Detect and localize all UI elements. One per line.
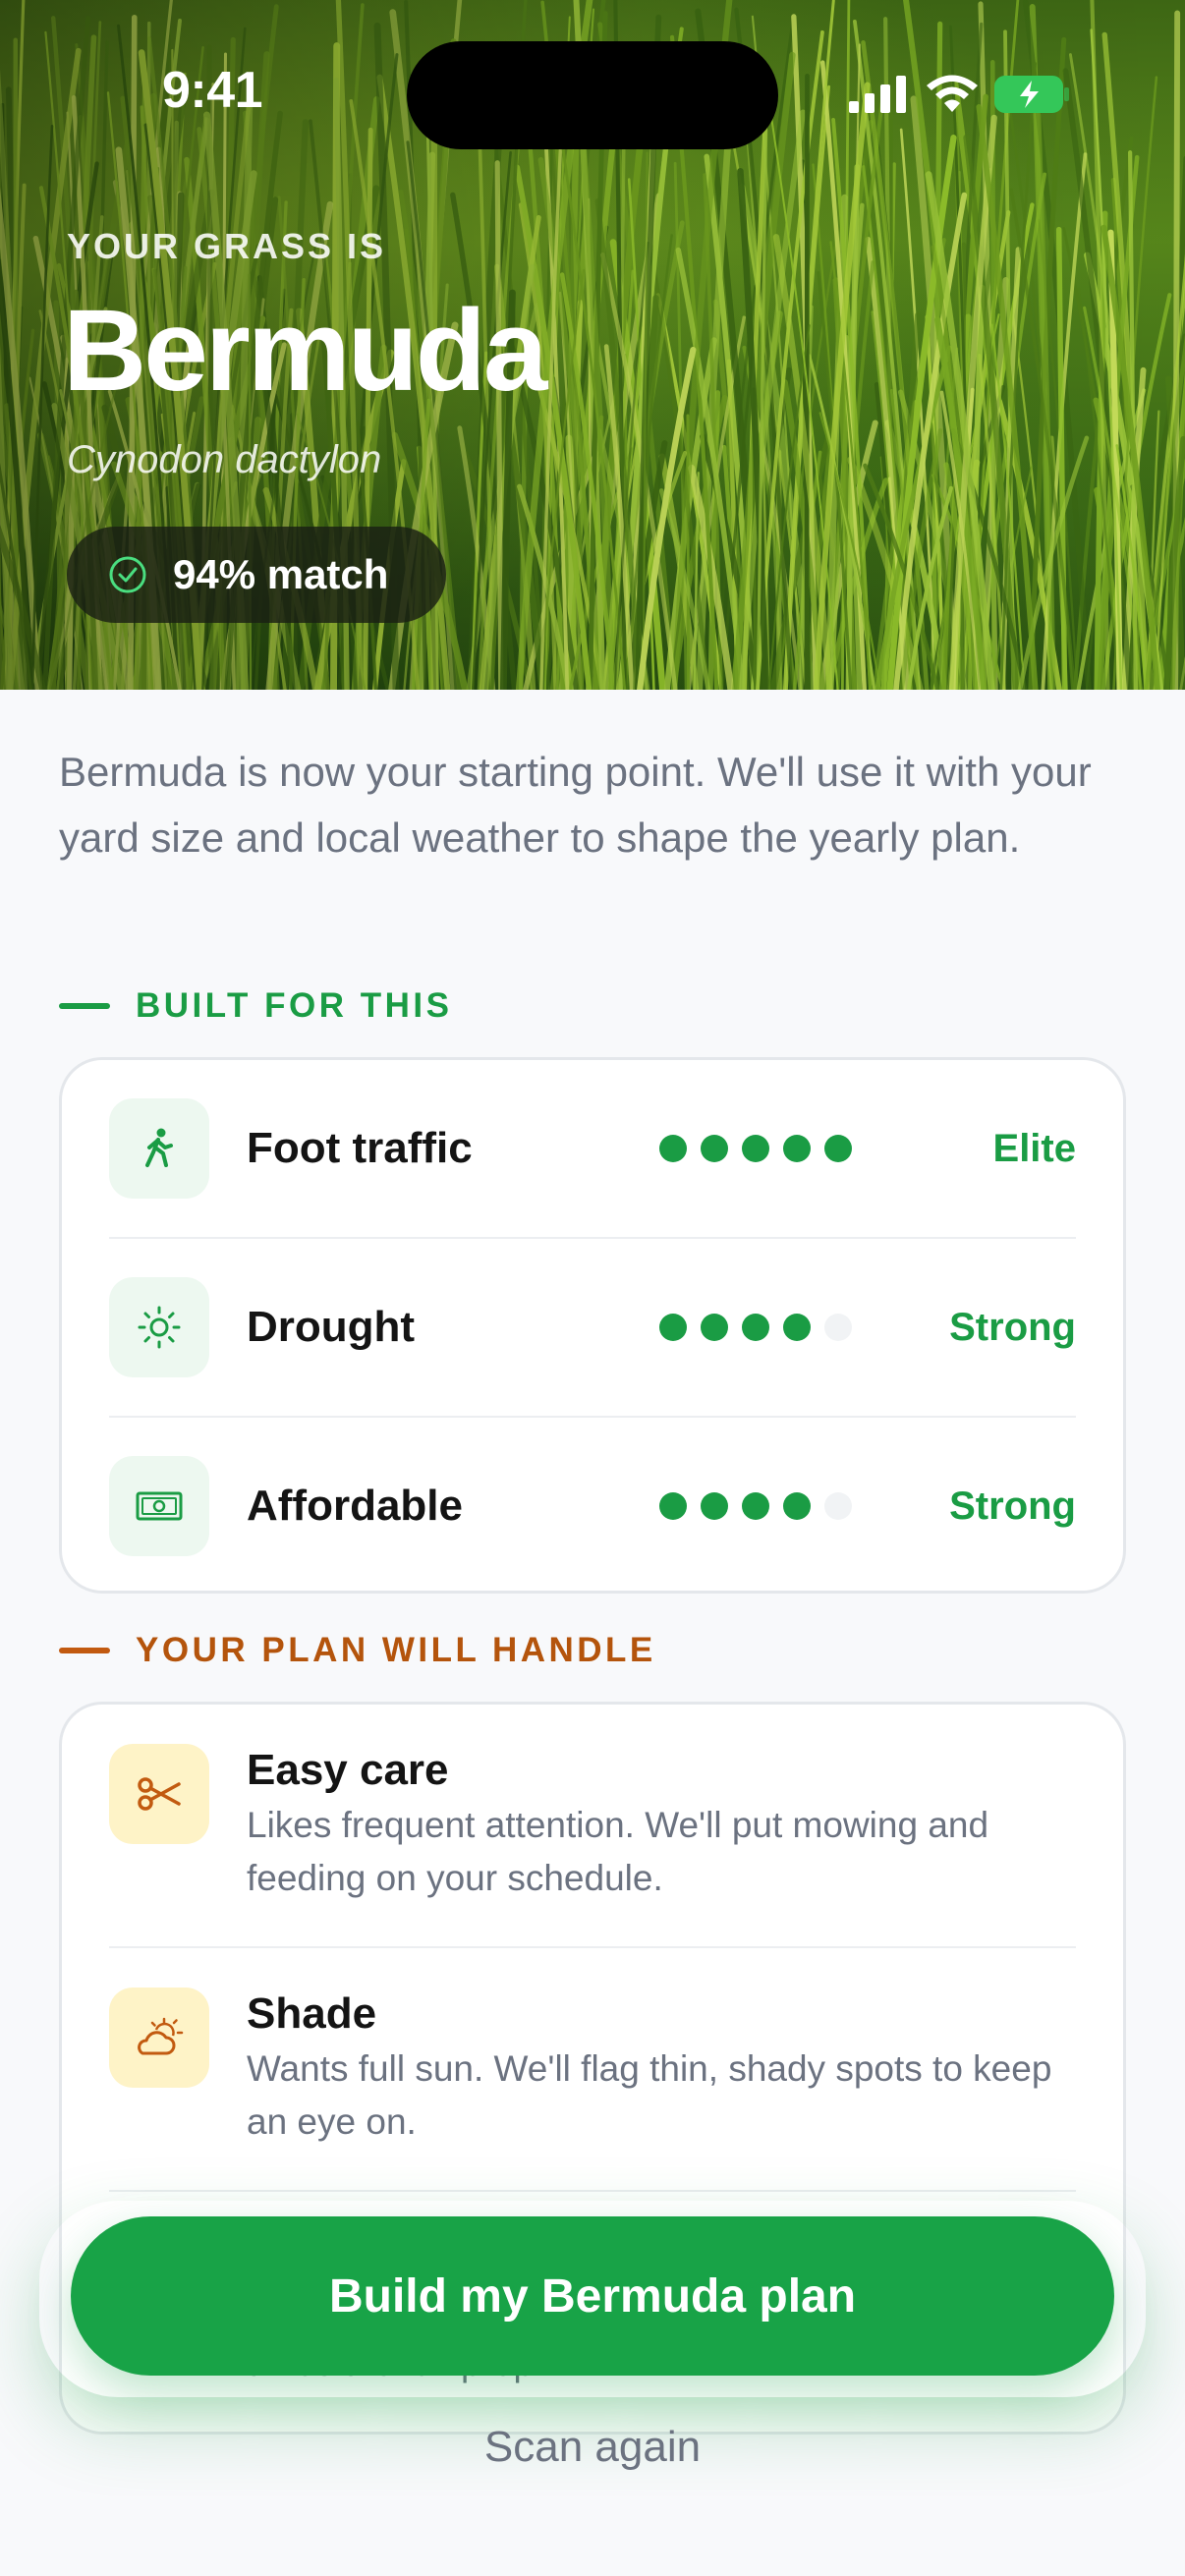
build-plan-button[interactable]: Build my Bermuda plan [71, 2216, 1114, 2376]
handle-description: Likes frequent attention. We'll put mowi… [247, 1805, 989, 1898]
rating-dot-filled [783, 1135, 811, 1162]
handle-description: Wants full sun. We'll flag thin, shady s… [247, 2048, 1052, 2142]
rating-dot-filled [659, 1314, 687, 1341]
trait-rating: Elite [992, 1126, 1076, 1170]
match-label: 94% match [173, 551, 389, 597]
trait-rating-dots [659, 1135, 852, 1162]
rating-dot-filled [742, 1492, 769, 1520]
plan-handles-label: YOUR PLAN WILL HANDLE [136, 1631, 656, 1669]
rating-dot-filled [783, 1314, 811, 1341]
traits-card: Foot traffic Elite Drought Strong Afford… [59, 1057, 1126, 1594]
handle-title: Shade [247, 1989, 377, 2038]
money-icon [109, 1456, 209, 1556]
match-badge: 94% match [67, 527, 446, 623]
divider [109, 1946, 1076, 1948]
rating-dot-empty [824, 1314, 852, 1341]
rating-dot-filled [701, 1135, 728, 1162]
status-icons [849, 75, 1071, 114]
accent-bar [59, 1648, 110, 1653]
trait-rating: Strong [949, 1484, 1076, 1528]
hero-eyebrow: YOUR GRASS IS [67, 226, 387, 266]
rating-dot-filled [783, 1492, 811, 1520]
battery-icon [994, 76, 1069, 113]
built-for-heading: BUILT FOR THIS [59, 986, 453, 1026]
handle-item: Easy care Likes frequent attention. We'l… [109, 1744, 1076, 1905]
wifi-icon [927, 75, 978, 112]
rating-dot-filled [824, 1135, 852, 1162]
rating-dot-filled [701, 1314, 728, 1341]
trait-name: Foot traffic [247, 1124, 473, 1172]
scan-again-link[interactable]: Scan again [0, 2423, 1185, 2472]
handle-item: Shade Wants full sun. We'll flag thin, s… [109, 1988, 1076, 2149]
trait-row: Drought Strong [109, 1239, 1076, 1416]
trait-rating-dots [659, 1314, 852, 1341]
status-time: 9:41 [162, 62, 263, 119]
rating-dot-filled [659, 1135, 687, 1162]
accent-bar [59, 1003, 110, 1009]
trait-row: Affordable Strong [109, 1418, 1076, 1595]
trait-rating-dots [659, 1492, 852, 1520]
trait-row: Foot traffic Elite [109, 1060, 1076, 1237]
trait-rating: Strong [949, 1305, 1076, 1349]
trait-name: Affordable [247, 1482, 463, 1530]
divider [109, 2190, 1076, 2192]
signal-icon [849, 76, 906, 113]
dynamic-island [407, 41, 778, 149]
cloud-sun-icon [109, 1988, 209, 2088]
handle-title: Easy care [247, 1746, 449, 1794]
intro-text: Bermuda is now your starting point. We'l… [59, 749, 1092, 861]
rating-dot-filled [742, 1135, 769, 1162]
sun-icon [109, 1277, 209, 1377]
rating-dot-filled [701, 1492, 728, 1520]
rating-dot-empty [824, 1492, 852, 1520]
plan-handles-heading: YOUR PLAN WILL HANDLE [59, 1631, 656, 1670]
scientific-name: Cynodon dactylon [67, 438, 382, 481]
built-for-label: BUILT FOR THIS [136, 986, 453, 1025]
scissors-icon [109, 1744, 209, 1844]
rating-dot-filled [742, 1314, 769, 1341]
trait-name: Drought [247, 1303, 416, 1351]
check-circle-icon [109, 556, 146, 593]
grass-title: Bermuda [63, 286, 547, 416]
rating-dot-filled [659, 1492, 687, 1520]
walking-person-icon [109, 1098, 209, 1199]
